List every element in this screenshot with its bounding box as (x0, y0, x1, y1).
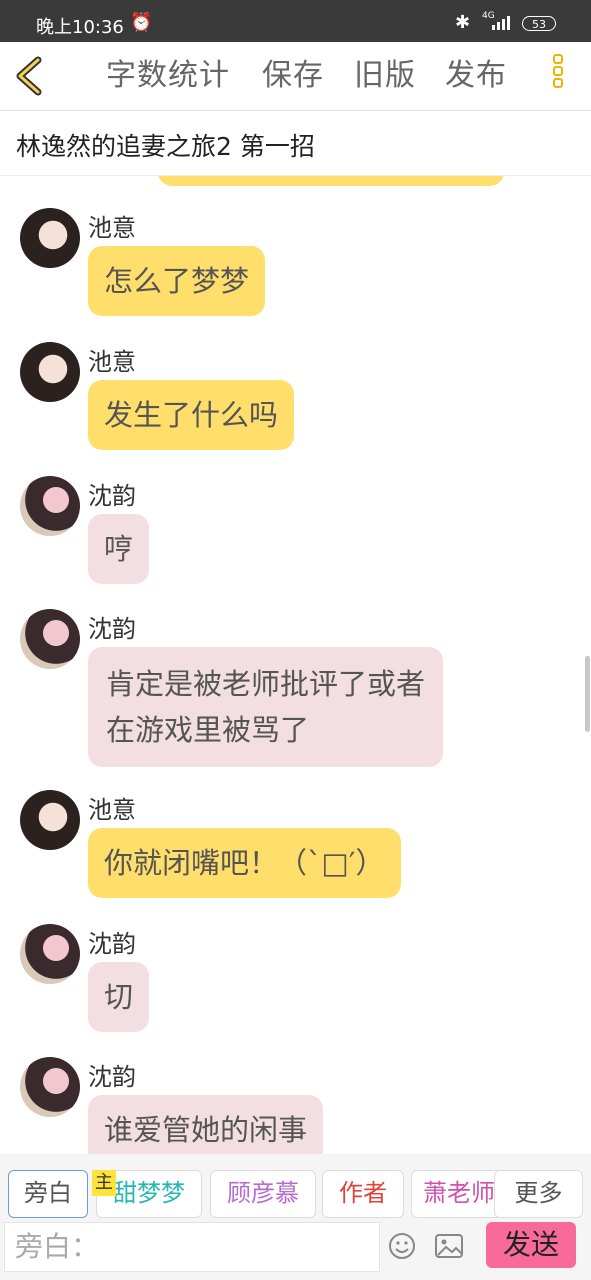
message-bubble[interactable]: 切 (88, 962, 150, 1032)
avatar[interactable] (20, 1057, 80, 1117)
battery-icon: 53 (522, 16, 556, 31)
status-bar: 晚上10:36 ⏰ ✱ 4G 53 (0, 0, 591, 42)
sender-name: 沈韵 (88, 930, 136, 958)
story-title[interactable]: 林逸然的追妻之旅2 第一招 (16, 127, 315, 163)
signal-icon (492, 16, 510, 30)
input-bar: 旁白： 发送 (0, 1222, 591, 1280)
more-roles-button[interactable]: 更多 (494, 1170, 583, 1218)
message-text-line: 肯定是被老师批评了或者 (106, 667, 426, 701)
previous-message-bubble (158, 176, 504, 186)
main-role-tag: 主 (92, 1170, 116, 1196)
save-button[interactable]: 保存 (262, 56, 324, 96)
message-bubble[interactable]: 肯定是被老师批评了或者 在游戏里被骂了 (88, 647, 444, 767)
avatar[interactable] (20, 342, 80, 402)
avatar[interactable] (20, 208, 80, 268)
back-icon[interactable] (12, 56, 48, 96)
message-bubble[interactable]: 怎么了梦梦 (88, 246, 266, 316)
message-text-line: 在游戏里被骂了 (106, 713, 310, 747)
message-text: 你就闭嘴吧！（`□′） (104, 846, 385, 880)
sender-name: 池意 (88, 348, 136, 376)
role-selector: 旁白 甜梦梦 主 顾彦慕 作者 萧老师 更多 (0, 1154, 591, 1222)
role-narration[interactable]: 旁白 (8, 1170, 88, 1218)
avatar[interactable] (20, 924, 80, 984)
message-text: 谁爱管她的闲事 (104, 1113, 308, 1147)
role-author[interactable]: 作者 (322, 1170, 404, 1218)
alarm-icon: ⏰ (130, 12, 153, 33)
sender-name: 沈韵 (88, 1063, 136, 1091)
emoji-icon[interactable] (388, 1232, 416, 1260)
message-text: 怎么了梦梦 (104, 264, 250, 298)
avatar[interactable] (20, 609, 80, 669)
old-version-button[interactable]: 旧版 (354, 56, 416, 96)
status-time: 晚上10:36 (36, 17, 124, 38)
message-bubble[interactable]: 哼 (88, 514, 150, 584)
avatar[interactable] (20, 476, 80, 536)
message-input[interactable]: 旁白： (4, 1222, 380, 1272)
sender-name: 池意 (88, 214, 136, 242)
more-menu-icon[interactable] (548, 54, 568, 100)
image-icon[interactable] (434, 1232, 464, 1260)
avatar[interactable] (20, 790, 80, 850)
message-text: 发生了什么吗 (104, 398, 279, 432)
message-text: 切 (104, 980, 134, 1014)
top-nav: 字数统计 保存 旧版 发布 (0, 42, 591, 111)
message-bubble[interactable]: 你就闭嘴吧！（`□′） (88, 828, 401, 898)
sender-name: 沈韵 (88, 482, 136, 510)
sender-name: 沈韵 (88, 615, 136, 643)
story-title-bar: 林逸然的追妻之旅2 第一招 (0, 111, 591, 176)
message-text: 哼 (104, 532, 134, 566)
message-bubble[interactable]: 谁爱管她的闲事 (88, 1095, 324, 1154)
role-xiao[interactable]: 萧老师 (411, 1170, 507, 1218)
bluetooth-icon: ✱ (455, 12, 471, 33)
sender-name: 池意 (88, 796, 136, 824)
message-bubble[interactable]: 发生了什么吗 (88, 380, 295, 450)
send-button[interactable]: 发送 (486, 1222, 576, 1268)
chat-area[interactable]: 池意 怎么了梦梦 池意 发生了什么吗 沈韵 哼 沈韵 肯定是被老师批评了或者 在… (0, 176, 591, 1154)
publish-button[interactable]: 发布 (445, 56, 507, 96)
chat-scrollbar[interactable] (585, 656, 590, 732)
word-count-button[interactable]: 字数统计 (106, 56, 230, 96)
role-gu[interactable]: 顾彦慕 (210, 1170, 316, 1218)
